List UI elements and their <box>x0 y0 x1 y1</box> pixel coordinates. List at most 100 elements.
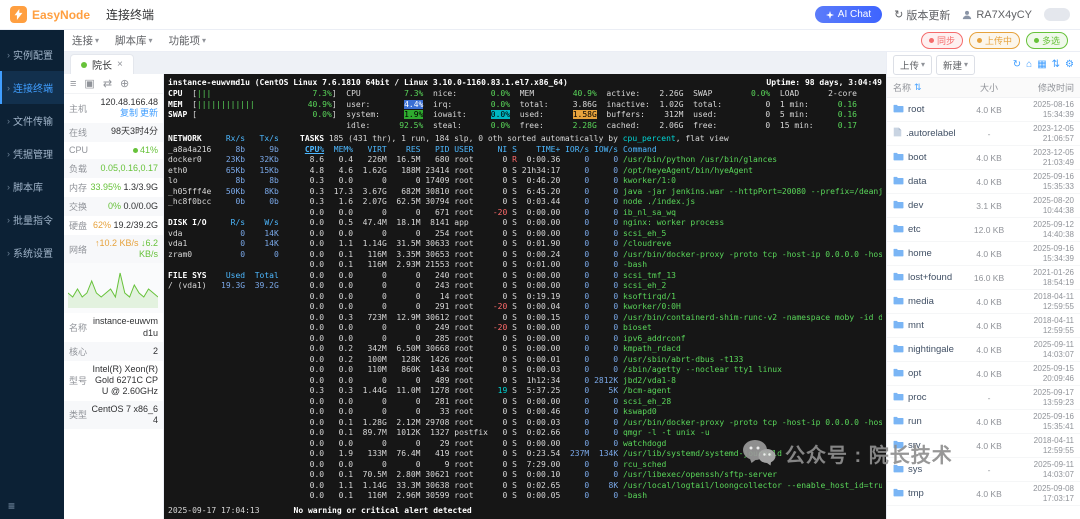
alert-message: No warning or critical alert detected <box>294 504 472 517</box>
folder-icon <box>893 176 904 188</box>
script-icon[interactable]: ▣ <box>84 77 94 90</box>
menu-script-lib[interactable]: 脚本库▾ <box>115 33 153 48</box>
process-row: 0.0 0.0 0 0 14 root 0 S 0:19.19 0 0 ksof… <box>300 292 882 303</box>
file-row[interactable]: media4.0 KB2018-04-11 12:59:55 <box>887 290 1080 314</box>
caret-down-icon: ▾ <box>149 36 153 45</box>
info-label: 交换 <box>69 200 87 213</box>
menu-connect[interactable]: 连接▾ <box>72 33 99 48</box>
file-row[interactable]: sys-2025-09-11 14:03:07 <box>887 458 1080 482</box>
file-row[interactable]: nightingale4.0 KB2025-09-11 14:03:07 <box>887 338 1080 362</box>
version-update-link[interactable]: ↻ 版本更新 <box>894 7 950 23</box>
update-host-button[interactable]: 更新 <box>140 108 158 118</box>
file-name: dev <box>893 200 968 212</box>
info-label: 负载 <box>69 162 87 175</box>
file-row[interactable]: boot4.0 KB2023-12-05 21:03:49 <box>887 146 1080 170</box>
online-dot-icon <box>81 62 87 68</box>
sidebar-collapse-icon[interactable]: ≡ <box>0 493 64 519</box>
menu-features[interactable]: 功能项▾ <box>169 33 207 48</box>
status-badge[interactable]: 同步 <box>921 32 963 49</box>
file-size: 4.0 KB <box>968 345 1010 355</box>
file-row[interactable]: .autorelabel-2023-12-05 21:06:57 <box>887 122 1080 146</box>
copy-ip-button[interactable]: 复制 <box>120 108 138 118</box>
terminal-line: CPU [||| 7.3%] CPU 7.3% nice: 0.0% MEM 4… <box>168 89 882 100</box>
file-row[interactable]: lost+found16.0 KB2021-01-26 18:54:19 <box>887 266 1080 290</box>
page-title: 连接终端 <box>106 6 154 23</box>
settings-icon[interactable]: ⚙ <box>1065 59 1074 70</box>
sidebar-item-2[interactable]: ›连接终端 <box>0 71 64 104</box>
file-mtime: 2025-08-16 15:34:39 <box>1010 100 1074 118</box>
process-row: 0.0 1.1 1.14G 31.5M 30633 root 0 S 0:01.… <box>300 239 882 250</box>
file-size: - <box>968 393 1010 403</box>
sidebar-item-5[interactable]: ›脚本库 <box>0 170 64 203</box>
column-mtime[interactable]: 修改时间 <box>1010 81 1074 94</box>
upload-button[interactable]: 上传▾ <box>893 55 932 75</box>
file-row[interactable]: home4.0 KB2025-09-16 15:34:39 <box>887 242 1080 266</box>
logo[interactable]: EasyNode <box>10 6 90 23</box>
grid-view-icon[interactable]: ▦ <box>1037 59 1046 70</box>
host-ip: 120.48.166.48 <box>100 97 158 107</box>
sidebar-menu: ›实例配置›连接终端›文件传输›凭据管理›脚本库›批量指令›系统设置 <box>0 38 64 269</box>
file-name: sys <box>893 464 968 476</box>
sidebar-item-3[interactable]: ›文件传输 <box>0 104 64 137</box>
folder-icon <box>893 200 904 212</box>
info-label: 硬盘 <box>69 219 87 232</box>
terminal-line: vda 0 14K <box>168 229 300 240</box>
home-icon[interactable]: ⌂ <box>1026 59 1032 70</box>
process-row: 4.8 4.6 1.62G 188M 23414 root 0 S 21h34:… <box>300 166 882 177</box>
sidebar-item-4[interactable]: ›凭据管理 <box>0 137 64 170</box>
file-row[interactable]: tmp4.0 KB2025-09-08 17:03:17 <box>887 482 1080 506</box>
file-row[interactable]: opt4.0 KB2025-09-15 20:09:46 <box>887 362 1080 386</box>
file-name: lost+found <box>893 272 968 284</box>
terminal-line: eth0 65Kb 15Kb <box>168 166 300 177</box>
process-row: 0.0 0.0 0 0 249 root -20 S 0:00.00 0 0 b… <box>300 323 882 334</box>
app-window: EasyNode 连接终端 AI Chat ↻ 版本更新 RA7X4yCY ›实… <box>0 0 1080 519</box>
column-size[interactable]: 大小 <box>968 81 1010 94</box>
terminal-line: SWAP [ 0.0%] system: 1.9% iowait: 0.0% u… <box>168 110 882 121</box>
sort-icon[interactable]: ⇅ <box>1052 59 1060 70</box>
terminal-left-column: NETWORK Rx/s Tx/s_a8a4a216 8b 9bdocker0 … <box>168 134 300 504</box>
process-row: 0.3 0.0 0 0 17409 root 0 S 0:46.20 0 0 k… <box>300 176 882 187</box>
terminal-line: vda1 0 14K <box>168 239 300 250</box>
file-row[interactable]: etc12.0 KB2025-09-12 14:40:38 <box>887 218 1080 242</box>
file-row[interactable]: srv4.0 KB2018-04-11 12:59:55 <box>887 434 1080 458</box>
file-row[interactable]: root4.0 KB2025-08-16 15:34:39 <box>887 98 1080 122</box>
transfer-icon[interactable]: ⇄ <box>103 77 112 90</box>
close-icon[interactable]: × <box>117 59 123 70</box>
file-row[interactable]: data4.0 KB2025-09-16 15:35:33 <box>887 170 1080 194</box>
user-menu[interactable]: RA7X4yCY <box>962 9 1032 21</box>
terminal[interactable]: instance-euwvmd1u (CentOS Linux 7.6.1810… <box>164 74 886 519</box>
file-name: opt <box>893 368 968 380</box>
file-size: 4.0 KB <box>968 369 1010 379</box>
header-extra-badge[interactable] <box>1044 8 1070 21</box>
file-row[interactable]: run4.0 KB2025-09-16 15:35:41 <box>887 410 1080 434</box>
new-button[interactable]: 新建▾ <box>936 55 975 75</box>
sidebar-item-1[interactable]: ›实例配置 <box>0 38 64 71</box>
folder-icon <box>893 248 904 260</box>
info-value: 62% 19.2/39.2G <box>93 220 158 231</box>
sidebar-item-6[interactable]: ›批量指令 <box>0 203 64 236</box>
refresh-icon[interactable]: ↻ <box>1013 59 1021 70</box>
file-name-label: boot <box>908 152 927 163</box>
stat-extra: 19.2/39.2G <box>111 220 158 230</box>
folder-icon <box>893 272 904 284</box>
menu-icon[interactable]: ≡ <box>70 78 76 90</box>
ai-chat-button[interactable]: AI Chat <box>815 6 882 23</box>
column-name[interactable]: 名称 <box>893 81 911 94</box>
file-row[interactable]: proc-2025-09-17 13:59:23 <box>887 386 1080 410</box>
status-badge[interactable]: 上传中 <box>969 32 1020 49</box>
process-row: 0.0 0.1 70.5M 2.80M 30621 root 0 S 0:00.… <box>300 470 882 481</box>
file-name-label: tmp <box>908 488 924 499</box>
status-badge[interactable]: 多选 <box>1026 32 1068 49</box>
file-row[interactable]: dev3.1 KB2025-08-20 10:44:38 <box>887 194 1080 218</box>
terminal-line: idle: 92.5% steal: 0.0% free: 2.28G cach… <box>168 121 882 132</box>
file-row[interactable]: mnt4.0 KB2018-04-11 12:59:55 <box>887 314 1080 338</box>
sidebar-item-label: 批量指令 <box>13 212 53 227</box>
session-tab[interactable]: 院长 × <box>70 54 134 74</box>
update-icon: ↻ <box>894 8 903 21</box>
sort-icon[interactable]: ⇅ <box>914 82 922 93</box>
tab-menu-row: 连接▾ 脚本库▾ 功能项▾ 同步上传中多选 <box>64 30 1080 52</box>
badge-dot-icon <box>1034 38 1039 43</box>
file-name-label: home <box>908 248 932 259</box>
sidebar-item-7[interactable]: ›系统设置 <box>0 236 64 269</box>
add-icon[interactable]: ⊕ <box>120 77 129 90</box>
